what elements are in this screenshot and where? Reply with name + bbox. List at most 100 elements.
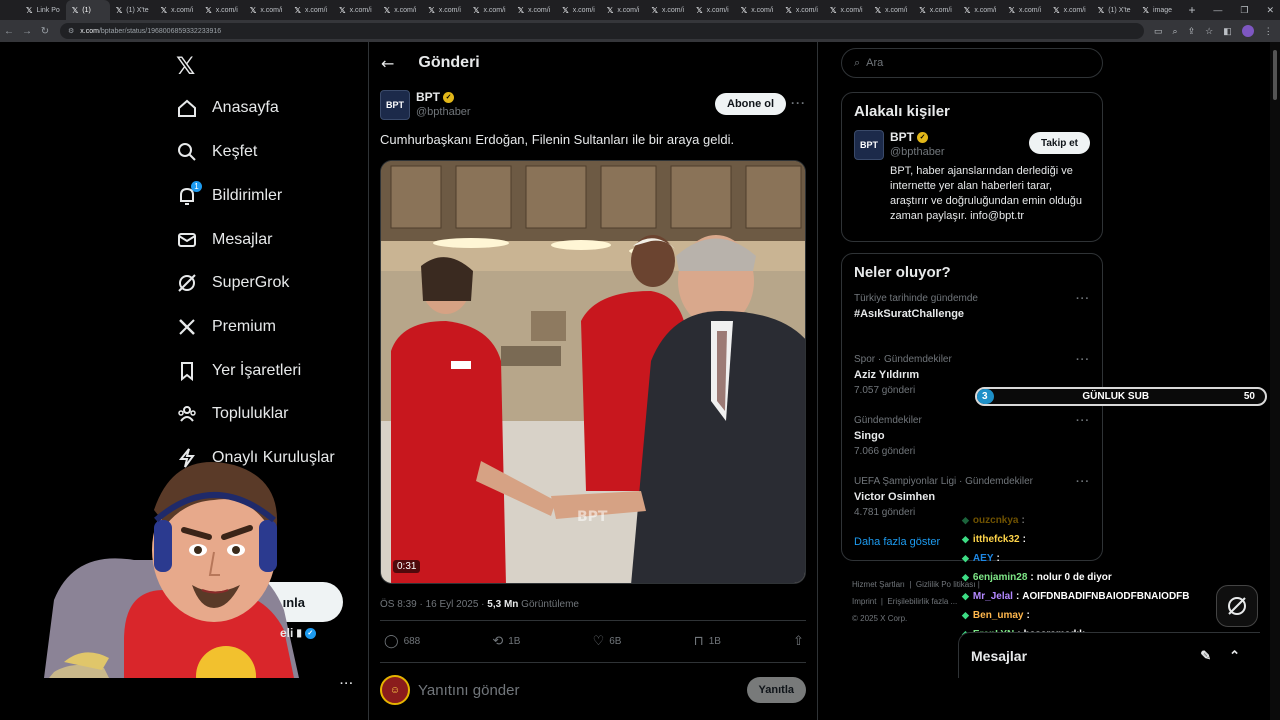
browser-tab[interactable]: 𝕏 (1): [65, 0, 110, 20]
reply-input[interactable]: Yanıtını gönder: [418, 682, 747, 699]
current-user-row[interactable]: eli ▮ ✓: [280, 626, 316, 640]
profile-avatar[interactable]: [1241, 25, 1254, 37]
trend-more-icon[interactable]: ···: [1076, 415, 1090, 427]
footer-link[interactable]: fazla ...: [931, 597, 957, 606]
address-bar[interactable]: ⚙ x.com/bptaber/status/19680068593322339…: [60, 23, 1144, 39]
author-avatar[interactable]: BPT: [380, 90, 410, 120]
browser-tab[interactable]: 𝕏x.com/i: [556, 0, 601, 20]
browser-tab[interactable]: 𝕏x.com/i: [779, 0, 824, 20]
related-handle[interactable]: @bpthaber: [890, 146, 945, 158]
reload-icon[interactable]: ↻: [36, 26, 54, 37]
nav-item-bookmark[interactable]: Yer İşaretleri: [176, 351, 301, 391]
author-name[interactable]: BPT: [416, 90, 440, 104]
close-window-icon[interactable]: ✕: [1266, 5, 1274, 16]
more-options-icon[interactable]: ···: [791, 96, 806, 110]
extensions-icon[interactable]: ◧: [1223, 26, 1232, 37]
browser-tab[interactable]: 𝕏x.com/i: [601, 0, 646, 20]
browser-tab[interactable]: 𝕏x.com/i: [244, 0, 289, 20]
reply-button[interactable]: Yanıtla: [746, 677, 806, 703]
nav-item-bell[interactable]: 1 Bildirimler: [176, 176, 282, 216]
related-person[interactable]: BPT BPT ✓ @bpthaber Takip et BPT, haber a…: [842, 126, 1102, 232]
nav-item-more[interactable]: a: [260, 526, 269, 566]
scrollbar[interactable]: [1270, 42, 1280, 720]
trend-more-icon[interactable]: ···: [1076, 476, 1090, 488]
expand-icon[interactable]: ⌃: [1229, 648, 1240, 664]
nav-item-x[interactable]: Premium: [176, 307, 276, 347]
tweet-time[interactable]: ÖS 8:39 · 16 Eyl 2025 ·: [380, 599, 487, 610]
footer-link[interactable]: Hizmet Şartları: [852, 580, 905, 589]
cast-icon[interactable]: ▭: [1154, 26, 1163, 37]
my-avatar[interactable]: ☺: [380, 675, 410, 705]
footer-link[interactable]: Gizlilik Po: [916, 580, 951, 589]
browser-tab[interactable]: 𝕏 Link Po: [20, 0, 66, 20]
nav-item-lightning[interactable]: Onaylı Kuruluşlar: [176, 438, 335, 478]
zoom-icon[interactable]: ⌕: [1173, 26, 1178, 37]
author-handle[interactable]: @bpthaber: [416, 106, 471, 118]
account-more-icon[interactable]: ···: [340, 678, 354, 690]
scrollbar-thumb[interactable]: [1273, 50, 1277, 100]
site-info-icon[interactable]: ⚙: [68, 27, 74, 35]
browser-tab[interactable]: 𝕏x.com/i: [333, 0, 378, 20]
search-placeholder: Ara: [866, 57, 884, 69]
nav-item-mail[interactable]: Mesajlar: [176, 220, 272, 260]
search-input[interactable]: ⌕ Ara: [841, 48, 1103, 78]
repost-action[interactable]: ⟲ 1B: [492, 634, 520, 649]
tab-title: x.com/i: [706, 6, 729, 14]
browser-tab[interactable]: 𝕏 (1) X'te: [110, 0, 155, 20]
browser-tab[interactable]: 𝕏x.com/i: [1002, 0, 1047, 20]
share-icon[interactable]: ⇪: [1188, 26, 1196, 37]
post-button[interactable]: ınla: [225, 582, 343, 622]
footer-link[interactable]: Imprint: [852, 597, 876, 606]
browser-tab[interactable]: 𝕏x.com/i: [913, 0, 958, 20]
minimize-icon[interactable]: —: [1213, 5, 1222, 15]
nav-item-grok[interactable]: SuperGrok: [176, 263, 289, 303]
back-arrow-icon[interactable]: ←: [381, 54, 394, 73]
follow-button[interactable]: Takip et: [1028, 132, 1090, 154]
browser-tab[interactable]: 𝕏x.com/i: [645, 0, 690, 20]
menu-icon[interactable]: ⋮: [1264, 26, 1273, 37]
browser-tab[interactable]: 𝕏 (1) X'te: [1092, 0, 1137, 20]
browser-tab[interactable]: 𝕏x.com/i: [422, 0, 467, 20]
trend-item[interactable]: Türkiye tarihinde gündemde #AsıkSuratChal…: [842, 287, 1102, 348]
back-icon[interactable]: ←: [0, 26, 18, 37]
trend-item[interactable]: Gündemdekiler Singo 7.066 gönderi ···: [842, 409, 1102, 470]
related-avatar[interactable]: BPT: [854, 130, 884, 160]
nav-item-home[interactable]: Anasayfa: [176, 88, 279, 128]
browser-tab[interactable]: 𝕏x.com/i: [958, 0, 1003, 20]
browser-tab[interactable]: 𝕏x.com/i: [690, 0, 735, 20]
share-action[interactable]: ⇧: [793, 634, 804, 649]
browser-tab[interactable]: 𝕏x.com/i: [199, 0, 244, 20]
browser-tab[interactable]: 𝕏image: [1137, 0, 1181, 20]
grok-button[interactable]: [1216, 585, 1258, 627]
browser-tab[interactable]: 𝕏x.com/i: [512, 0, 557, 20]
browser-tab[interactable]: 𝕏x.com/i: [735, 0, 780, 20]
footer-link[interactable]: Erişilebilirlik: [887, 597, 929, 606]
like-action[interactable]: ♡ 6B: [593, 634, 622, 649]
browser-tab[interactable]: 𝕏x.com/i: [155, 0, 200, 20]
restore-icon[interactable]: ❐: [1240, 5, 1248, 16]
compose-message-icon[interactable]: ✎: [1200, 648, 1211, 664]
chat-username: Mr_Jelal: [972, 591, 1013, 602]
star-icon[interactable]: ☆: [1205, 26, 1213, 37]
browser-tab[interactable]: 𝕏x.com/i: [1047, 0, 1092, 20]
trend-more-icon[interactable]: ···: [1076, 354, 1090, 366]
tweet-video[interactable]: BPT 0:31: [380, 160, 806, 584]
browser-tab[interactable]: 𝕏x.com/i: [467, 0, 512, 20]
browser-tab[interactable]: 𝕏x.com/i: [869, 0, 914, 20]
nav-item-person[interactable]: Profil: [176, 482, 248, 522]
browser-tab[interactable]: 𝕏x.com/i: [378, 0, 423, 20]
grok-icon: [176, 272, 198, 294]
subscribe-button[interactable]: Abone ol: [715, 93, 787, 115]
browser-tab[interactable]: 𝕏x.com/i: [288, 0, 333, 20]
reply-action[interactable]: ◯ 688: [384, 634, 420, 649]
nav-item-communities[interactable]: Topluluklar: [176, 394, 288, 434]
new-tab-icon[interactable]: +: [1181, 3, 1204, 17]
related-name[interactable]: BPT: [890, 130, 914, 144]
bookmark-action[interactable]: ⊓ 1B: [694, 634, 721, 649]
messages-dock[interactable]: Mesajlar ✎ ⌃: [958, 632, 1260, 678]
forward-icon[interactable]: →: [18, 26, 36, 37]
trend-more-icon[interactable]: ···: [1076, 293, 1090, 305]
nav-item-search[interactable]: Keşfet: [176, 132, 257, 172]
browser-tab[interactable]: 𝕏x.com/i: [824, 0, 869, 20]
x-logo-icon[interactable]: 𝕏: [176, 52, 195, 80]
